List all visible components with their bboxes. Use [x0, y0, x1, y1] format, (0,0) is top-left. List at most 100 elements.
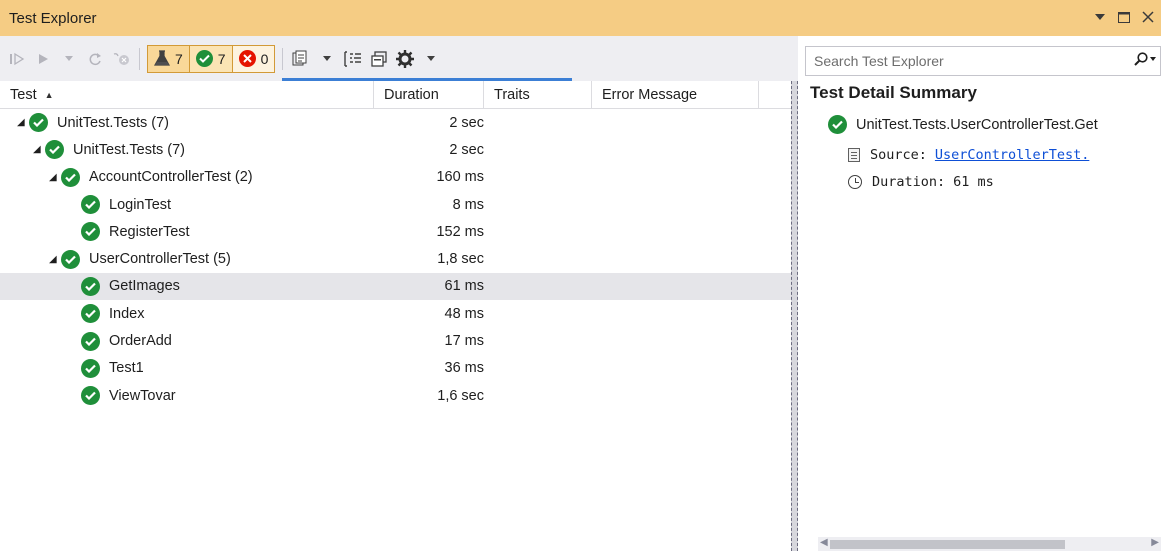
tree-row-test[interactable]: Test1 36 ms: [0, 355, 791, 382]
collapse-triangle-icon[interactable]: ◢: [17, 117, 29, 128]
passed-icon: [81, 276, 100, 296]
column-header-error-label: Error Message: [602, 87, 698, 103]
passed-icon: [61, 249, 80, 269]
passed-icon: [81, 331, 100, 351]
test-tree: ◢ UnitTest.Tests (7) 2 sec ◢ UnitTest.Te…: [0, 109, 791, 409]
tree-row-project[interactable]: ◢ UnitTest.Tests (7) 2 sec: [0, 109, 791, 136]
detail-source-row: Source: UserControllerTest.: [848, 147, 1089, 163]
test-name: AccountControllerTest (2): [89, 169, 253, 186]
passed-icon: [81, 304, 100, 324]
tree-row-test[interactable]: LoginTest 8 ms: [0, 191, 791, 218]
check-circle-icon: [195, 50, 213, 67]
collapse-triangle-icon[interactable]: ◢: [49, 172, 61, 183]
window-title: Test Explorer: [9, 9, 97, 27]
tree-row-test[interactable]: OrderAdd 17 ms: [0, 327, 791, 354]
close-icon[interactable]: [1139, 8, 1157, 26]
test-name: GetImages: [109, 278, 180, 295]
failed-tests-filter[interactable]: 0: [232, 45, 275, 72]
test-list-panel: Test ▲ Duration Traits Error Message ◢ U…: [0, 81, 791, 551]
panel-splitter[interactable]: [791, 81, 798, 551]
sort-ascending-icon: ▲: [44, 90, 54, 100]
cancel-icon[interactable]: [110, 46, 132, 72]
search-input[interactable]: [806, 53, 1126, 69]
settings-dropdown-icon[interactable]: [420, 46, 442, 72]
scroll-left-arrow-icon[interactable]: ◀: [820, 537, 828, 548]
passed-icon: [45, 140, 64, 160]
detail-duration-row: Duration: 61 ms: [848, 174, 994, 190]
source-file-icon: [848, 148, 860, 162]
collapse-triangle-icon[interactable]: ◢: [49, 254, 61, 265]
column-header-duration[interactable]: Duration: [374, 81, 484, 109]
scroll-right-arrow-icon[interactable]: ▶: [1151, 537, 1159, 548]
passed-icon: [29, 113, 48, 133]
run-all-icon[interactable]: [6, 46, 28, 72]
source-link[interactable]: UserControllerTest.: [935, 147, 1089, 163]
detail-heading: Test Detail Summary: [810, 83, 977, 102]
refresh-icon[interactable]: [84, 46, 106, 72]
tree-row-test[interactable]: Index 48 ms: [0, 300, 791, 327]
tree-row-test[interactable]: RegisterTest 152 ms: [0, 218, 791, 245]
passed-count: 7: [217, 50, 226, 67]
search-button[interactable]: [1134, 52, 1156, 66]
passed-icon: [81, 358, 100, 378]
tree-row-class[interactable]: ◢ AccountControllerTest (2) 160 ms: [0, 164, 791, 191]
test-name: LoginTest: [109, 196, 172, 213]
test-name: RegisterTest: [109, 223, 190, 240]
tree-row-namespace[interactable]: ◢ UnitTest.Tests (7) 2 sec: [0, 136, 791, 163]
test-count-filters: 7 7 0: [147, 44, 276, 73]
clock-icon: [848, 175, 862, 189]
toolbar-separator: [139, 47, 140, 70]
passed-icon: [61, 167, 80, 187]
column-header-error-message[interactable]: Error Message: [592, 81, 759, 109]
test-duration: 1,8 sec: [437, 251, 484, 268]
open-test-log-icon[interactable]: [368, 46, 390, 72]
source-label: Source:: [870, 147, 927, 163]
test-duration: 48 ms: [444, 305, 485, 322]
playlist-icon[interactable]: [290, 46, 312, 72]
test-name: UnitTest.Tests (7): [73, 141, 185, 158]
passed-tests-filter[interactable]: 7: [189, 45, 233, 72]
toolbar-separator: [282, 47, 284, 70]
tree-row-test[interactable]: ViewTovar 1,6 sec: [0, 382, 791, 409]
test-name: UnitTest.Tests (7): [57, 114, 169, 131]
passed-icon: [81, 386, 100, 406]
test-name: OrderAdd: [109, 333, 172, 350]
window-controls: [1091, 8, 1157, 26]
column-header-traits-label: Traits: [494, 87, 530, 103]
test-duration: 17 ms: [444, 333, 485, 350]
tree-row-test-selected[interactable]: GetImages 61 ms: [0, 272, 791, 301]
playlist-dropdown-icon[interactable]: [316, 46, 338, 72]
toolbar: 7 7 0: [0, 36, 798, 81]
total-tests-filter[interactable]: 7: [148, 45, 190, 72]
test-detail-panel: Test Detail Summary UnitTest.Tests.UserC…: [798, 81, 1161, 551]
column-header-traits[interactable]: Traits: [484, 81, 592, 109]
scrollbar-thumb[interactable]: [830, 540, 1065, 549]
test-duration: 152 ms: [436, 223, 484, 240]
flask-icon: [154, 50, 170, 66]
group-by-icon[interactable]: [342, 46, 364, 72]
column-header-test[interactable]: Test ▲: [0, 81, 374, 109]
total-count: 7: [175, 50, 183, 67]
test-duration: 1,6 sec: [437, 387, 484, 404]
title-bar: Test Explorer: [0, 0, 1161, 36]
search-box: [805, 46, 1161, 76]
test-name: Index: [109, 305, 145, 322]
run-icon[interactable]: [32, 46, 54, 72]
column-header-test-label: Test: [10, 87, 37, 103]
detail-test-name: UnitTest.Tests.UserControllerTest.Get: [856, 116, 1098, 133]
passed-icon: [81, 195, 100, 215]
test-duration: 36 ms: [444, 360, 485, 377]
run-dropdown-icon[interactable]: [58, 46, 80, 72]
test-name: UserControllerTest (5): [89, 251, 231, 268]
x-circle-icon: [238, 50, 256, 67]
window-dropdown-icon[interactable]: [1091, 8, 1109, 26]
settings-gear-icon[interactable]: [394, 46, 416, 72]
tree-row-class[interactable]: ◢ UserControllerTest (5) 1,8 sec: [0, 245, 791, 272]
collapse-triangle-icon[interactable]: ◢: [33, 144, 45, 155]
column-header-duration-label: Duration: [384, 87, 439, 103]
maximize-icon[interactable]: [1115, 8, 1133, 26]
test-duration: 2 sec: [449, 141, 484, 158]
test-duration: 160 ms: [436, 169, 484, 186]
passed-icon: [81, 222, 100, 242]
horizontal-scrollbar[interactable]: ◀ ▶: [818, 537, 1161, 551]
